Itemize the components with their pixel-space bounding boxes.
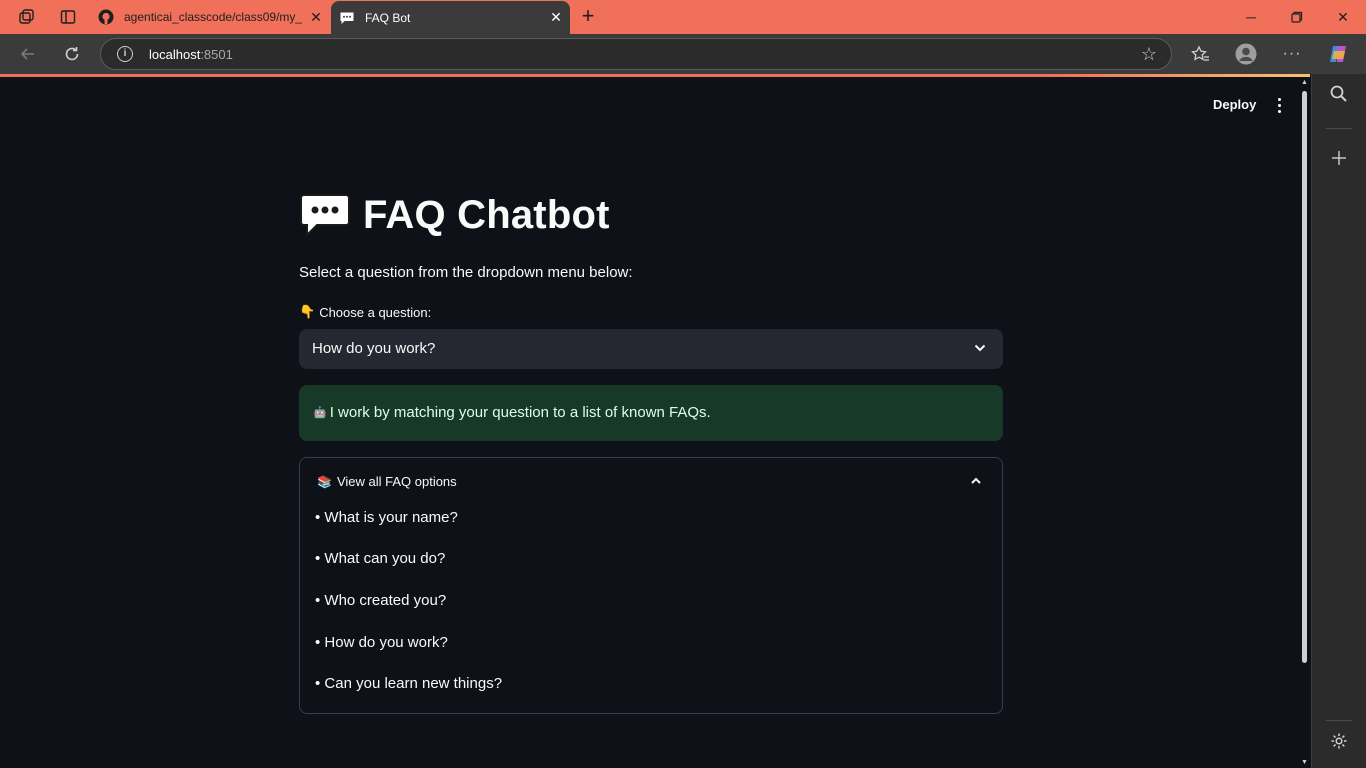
speech-bubble-icon (339, 10, 355, 26)
faq-list-item: • How do you work? (315, 634, 448, 651)
url-field[interactable]: i localhost:8501 ☆ (100, 38, 1172, 70)
add-icon[interactable] (1328, 149, 1350, 171)
robot-icon: 🤖 (313, 407, 327, 419)
url-text: localhost:8501 (149, 47, 233, 62)
profile-avatar-icon[interactable] (1234, 42, 1258, 66)
tab-title: agenticai_classcode/class09/my_a (124, 10, 302, 24)
pointing-down-hand-icon: 👇 (299, 304, 316, 319)
answer-text: I work by matching your question to a li… (329, 404, 711, 421)
favorites-icon[interactable] (1188, 42, 1212, 66)
browser-tab-bar: agenticai_classcode/class09/my_a ✕ FAQ B… (0, 0, 1366, 34)
page-title: FAQ Chatbot (299, 189, 610, 241)
main-menu-icon[interactable] (1270, 94, 1288, 116)
refresh-icon[interactable] (60, 42, 84, 66)
address-toolbar: i localhost:8501 ☆ ··· (0, 34, 1366, 74)
more-menu-icon[interactable]: ··· (1280, 42, 1304, 66)
speech-balloon-icon (299, 192, 351, 238)
scroll-down-icon[interactable]: ▼ (1301, 759, 1308, 766)
chevron-down-icon (971, 339, 989, 357)
faq-list-item: • Who created you? (315, 592, 447, 609)
scrollbar-thumb[interactable] (1302, 91, 1307, 663)
faq-list-item: • Can you learn new things? (315, 675, 503, 692)
edge-sidebar (1311, 74, 1366, 768)
close-tab-icon[interactable]: ✕ (302, 9, 330, 26)
site-info-icon[interactable]: i (117, 46, 133, 62)
question-select[interactable]: How do you work? (299, 329, 1003, 369)
tab-faq-bot[interactable]: FAQ Bot ✕ (331, 1, 570, 34)
books-icon: 📚 (317, 474, 332, 489)
selected-question: How do you work? (312, 340, 436, 357)
title-text: FAQ Chatbot (363, 192, 610, 237)
scroll-up-icon[interactable]: ▲ (1301, 79, 1308, 86)
faq-expander: 📚 View all FAQ options • What is your na… (299, 457, 1003, 714)
close-tab-icon[interactable]: ✕ (542, 9, 570, 26)
select-label-text: Choose a question: (319, 304, 432, 320)
faq-list-item: • What can you do? (315, 550, 446, 567)
favorite-star-icon[interactable]: ☆ (1141, 44, 1157, 65)
minimize-icon[interactable]: ─ (1228, 0, 1274, 34)
workspaces-icon[interactable] (16, 7, 36, 27)
gear-icon[interactable] (1328, 732, 1350, 754)
vertical-tabs-icon[interactable] (58, 7, 78, 27)
sidebar-divider (1326, 720, 1352, 721)
expander-label: View all FAQ options (336, 474, 457, 489)
github-icon (98, 9, 114, 25)
answer-alert: 🤖 I work by matching your question to a … (299, 385, 1003, 441)
chevron-up-icon[interactable] (968, 473, 984, 489)
new-tab-icon[interactable]: + (576, 5, 600, 29)
expander-header[interactable]: 📚 View all FAQ options (317, 474, 457, 489)
deploy-button[interactable]: Deploy (1205, 95, 1264, 114)
sidebar-divider (1326, 128, 1352, 129)
search-icon[interactable] (1328, 84, 1350, 106)
copilot-icon[interactable] (1326, 42, 1350, 66)
select-label: 👇 Choose a question: (299, 304, 431, 320)
restore-icon[interactable] (1274, 0, 1320, 34)
page-scrollbar[interactable]: ▲ ▼ (1298, 77, 1311, 768)
tab-github[interactable]: agenticai_classcode/class09/my_a ✕ (90, 0, 330, 34)
tab-title: FAQ Bot (365, 10, 411, 25)
close-window-icon[interactable]: ✕ (1320, 0, 1366, 34)
streamlit-app: Deploy FAQ Chatbot Select a question fro… (0, 77, 1298, 768)
faq-list-item: • What is your name? (315, 509, 458, 526)
subtitle-text: Select a question from the dropdown menu… (299, 264, 633, 281)
back-icon[interactable] (16, 42, 40, 66)
